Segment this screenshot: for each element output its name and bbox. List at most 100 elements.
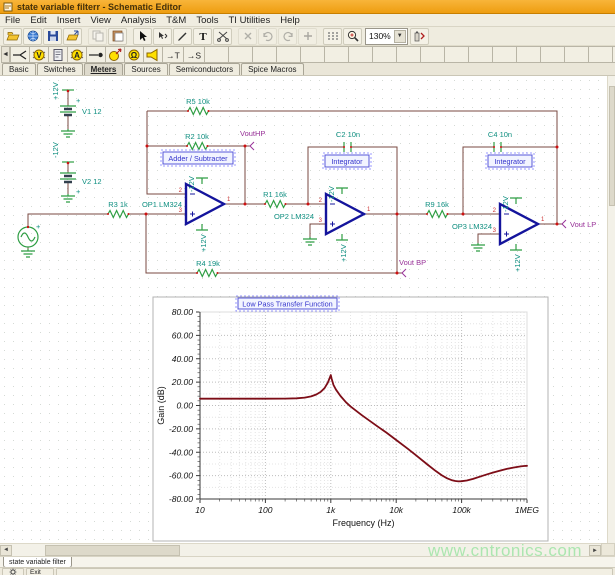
- tab-sources[interactable]: Sources: [124, 63, 167, 75]
- schematic-editor-window: state variable filterr - Schematic Edito…: [0, 0, 615, 575]
- r9-label: R9 16k: [425, 200, 449, 209]
- menu-edit[interactable]: Edit: [25, 15, 51, 26]
- redo-button[interactable]: [278, 28, 297, 45]
- chart-title-box[interactable]: Low Pass Transfer Function: [236, 296, 339, 311]
- palette-empty-slot: [492, 46, 516, 63]
- select-tool-button[interactable]: [133, 28, 152, 45]
- palette-empty-slot: [540, 46, 564, 63]
- palette-empty-slot: [276, 46, 300, 63]
- menu-analysis[interactable]: Analysis: [116, 15, 161, 26]
- export-file-button[interactable]: [63, 28, 82, 45]
- open-web-button[interactable]: [23, 28, 42, 45]
- palette-voltage-arrow-button[interactable]: [105, 46, 124, 63]
- tab-switches[interactable]: Switches: [37, 63, 83, 75]
- op3-vminus: -12V: [501, 196, 510, 212]
- add-button[interactable]: [298, 28, 317, 45]
- net-voutbp[interactable]: Vout BP: [399, 258, 426, 277]
- paste-button[interactable]: [108, 28, 127, 45]
- battery-v1[interactable]: + V1 12 +12V: [51, 82, 102, 116]
- svg-text:Ω: Ω: [131, 51, 138, 60]
- undo-button[interactable]: [258, 28, 277, 45]
- annotation-adder[interactable]: Adder / Subtracter: [161, 150, 235, 166]
- op2-vminus: -12V: [327, 186, 336, 202]
- delete-button[interactable]: [238, 28, 257, 45]
- wires[interactable]: [28, 91, 562, 273]
- resistor-r1[interactable]: R1 16k: [263, 190, 287, 208]
- component-tab-strip: Basic Switches Meters Sources Semiconduc…: [0, 63, 615, 76]
- scroll-left-arrow[interactable]: ◄: [0, 545, 12, 556]
- tab-spice-macros[interactable]: Spice Macros: [241, 63, 303, 75]
- palette-signal-s-button[interactable]: →S: [183, 46, 204, 63]
- r4-label: R4 19k: [196, 259, 220, 268]
- op2-pin3: 3: [319, 218, 323, 224]
- menu-file[interactable]: File: [0, 15, 25, 26]
- menu-ti-utilities[interactable]: TI Utilities: [224, 15, 276, 26]
- palette-voltmeter-button[interactable]: V: [29, 46, 48, 63]
- resistor-r5[interactable]: R5 10k: [186, 97, 210, 115]
- ground-generator: [21, 249, 35, 257]
- wire-cut-button[interactable]: [213, 28, 232, 45]
- palette-multimeter-button[interactable]: [48, 46, 67, 63]
- palette-ohmmeter-button[interactable]: Ω: [124, 46, 143, 63]
- x-tick-label: 10k: [389, 505, 403, 515]
- zoom-level-select[interactable]: 130% ▼: [365, 28, 408, 45]
- palette-scroll-left[interactable]: ◄: [1, 46, 10, 63]
- menu-help[interactable]: Help: [275, 15, 305, 26]
- save-button[interactable]: [43, 28, 62, 45]
- svg-text:→S: →S: [187, 50, 202, 60]
- last-component-button[interactable]: [153, 28, 172, 45]
- schematic-canvas[interactable]: + V1 12 +12V + V2 12 -12V + R3 1k R5 10k…: [0, 76, 607, 543]
- x-tick-label: 100k: [452, 505, 471, 515]
- scrollbar-corner: [601, 543, 615, 556]
- v1-label: V1 12: [82, 107, 102, 116]
- voltmeter-icon: V: [30, 48, 48, 62]
- svg-text:A: A: [74, 51, 80, 60]
- copy-button[interactable]: [88, 28, 107, 45]
- palette-jumper-button[interactable]: [10, 46, 29, 63]
- vertical-scroll-thumb[interactable]: [609, 86, 615, 206]
- grid-toggle-button[interactable]: [323, 28, 342, 45]
- capacitor-c2[interactable]: C2 10n: [336, 130, 360, 152]
- palette-speaker-button[interactable]: [143, 46, 162, 63]
- palette-voltage-pin-button[interactable]: [86, 46, 105, 63]
- y-tick-label: -60.00: [169, 471, 193, 481]
- tab-basic[interactable]: Basic: [2, 63, 36, 75]
- svg-text:Integrator: Integrator: [494, 157, 526, 166]
- menu-tools[interactable]: Tools: [191, 15, 223, 26]
- resistor-r2[interactable]: R2 10k: [185, 132, 209, 150]
- wire-tool-button[interactable]: [173, 28, 192, 45]
- tab-semiconductors[interactable]: Semiconductors: [169, 63, 240, 75]
- palette-signal-t-button[interactable]: →T: [162, 46, 183, 63]
- annotation-integrator-1[interactable]: Integrator: [323, 153, 371, 169]
- palette-ammeter-button[interactable]: A: [67, 46, 86, 63]
- resistor-r4[interactable]: R4 19k: [196, 259, 220, 277]
- net-voutlp[interactable]: Vout LP: [562, 220, 596, 229]
- horizontal-scroll-thumb[interactable]: [45, 545, 180, 556]
- battery-v2[interactable]: + V2 12 -12V: [51, 142, 102, 196]
- menu-tm[interactable]: T&M: [161, 15, 191, 26]
- copy-icon: [91, 30, 105, 42]
- capacitor-c4[interactable]: C4 10n: [488, 130, 512, 152]
- vertical-scrollbar[interactable]: [607, 76, 615, 543]
- interactive-mode-button[interactable]: [410, 28, 429, 45]
- resistor-r3[interactable]: R3 1k: [108, 200, 129, 218]
- cursor-icon: [136, 30, 150, 42]
- zoom-dropdown-arrow[interactable]: ▼: [394, 30, 406, 43]
- open-file-button[interactable]: [3, 28, 22, 45]
- annotation-integrator-2[interactable]: Integrator: [486, 153, 534, 169]
- v1-rail-label: +12V: [51, 82, 60, 100]
- signal-generator[interactable]: +: [18, 222, 41, 247]
- tab-meters[interactable]: Meters: [84, 63, 124, 75]
- menu-insert[interactable]: Insert: [52, 15, 86, 26]
- y-tick-label: 80.00: [172, 307, 194, 317]
- text-tool-button[interactable]: T: [193, 28, 212, 45]
- menu-view[interactable]: View: [85, 15, 115, 26]
- ammeter-icon: A: [68, 48, 86, 62]
- zoom-tool-button[interactable]: [343, 28, 362, 45]
- speaker-icon: [144, 48, 162, 62]
- horizontal-scrollbar[interactable]: ◄ ►: [0, 543, 601, 556]
- voutlp-label: Vout LP: [570, 220, 596, 229]
- resistor-r9[interactable]: R9 16k: [425, 200, 449, 218]
- scroll-right-arrow[interactable]: ►: [589, 545, 601, 556]
- palette-empty-slot: [252, 46, 276, 63]
